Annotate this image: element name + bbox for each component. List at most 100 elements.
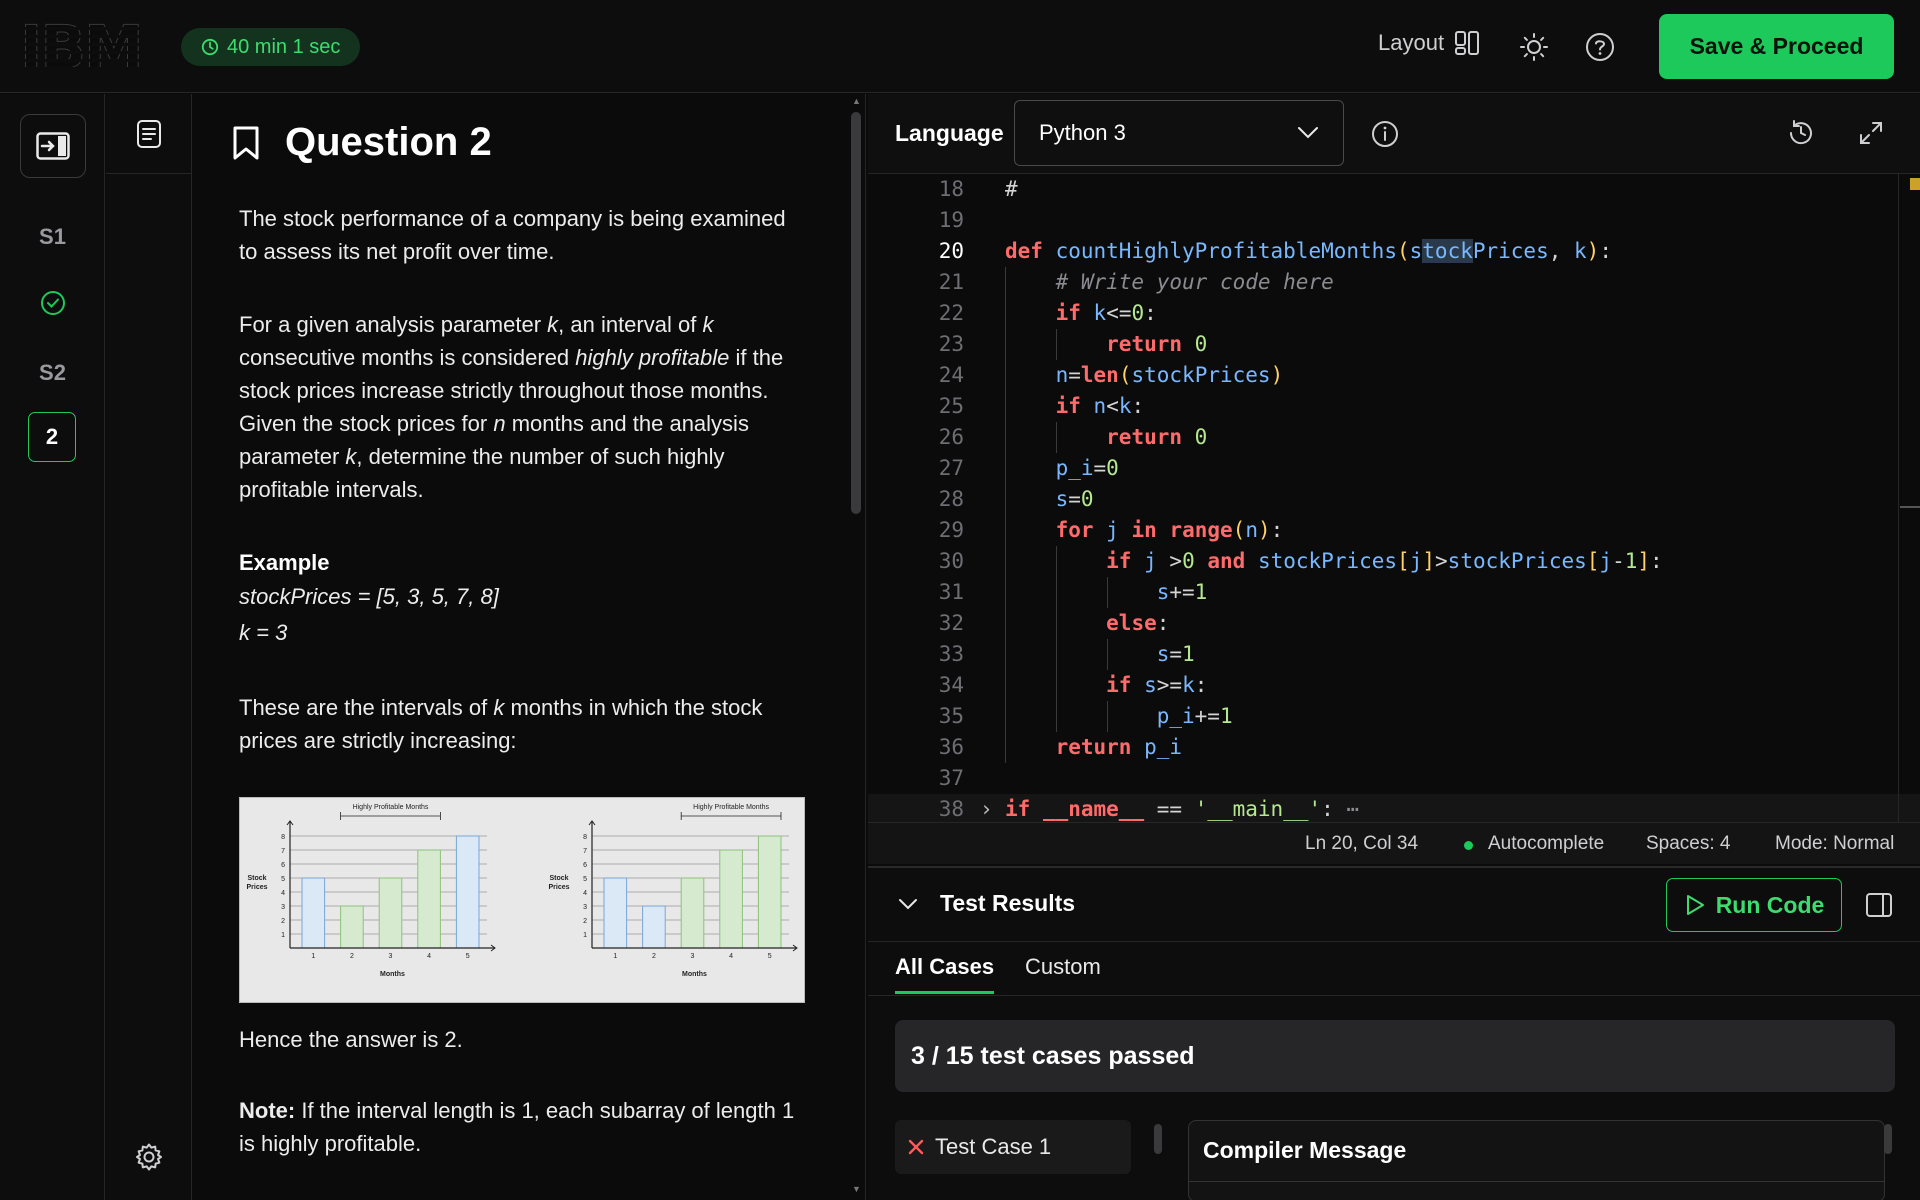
fold-chevron-icon[interactable]: › <box>980 794 993 822</box>
mode-setting[interactable]: Mode: Normal <box>1775 833 1894 855</box>
code-line: 29 for j in range(n): <box>938 518 1284 542</box>
collapse-panel-button[interactable] <box>20 114 86 178</box>
compiler-message-title: Compiler Message <box>1203 1137 1407 1163</box>
code-editor[interactable]: 18 # 19 20 def countHighlyProfitableMonths… <box>868 174 1920 822</box>
x-tick-label: 4 <box>427 953 431 960</box>
rail-item-s1[interactable]: S1 <box>0 224 105 250</box>
code-line: 32 else: <box>938 611 1170 635</box>
help-icon <box>1586 33 1614 61</box>
theme-toggle-button[interactable] <box>1518 31 1550 63</box>
code-line: 22 if k<=0: <box>938 301 1157 325</box>
pass-summary: 3 / 15 test cases passed <box>895 1020 1895 1092</box>
scroll-up-arrow[interactable]: ▲ <box>852 96 861 106</box>
example-heading: Example <box>239 550 330 575</box>
y-tick-label: 7 <box>583 848 587 855</box>
scroll-down-arrow[interactable]: ▼ <box>852 1184 861 1194</box>
code-line: 21 # Write your code here <box>938 270 1334 294</box>
test-list-scrollbar[interactable] <box>1154 1124 1162 1154</box>
tab-custom[interactable]: Custom <box>1025 954 1101 980</box>
chevron-down-icon <box>1298 127 1318 139</box>
intro-paragraph: The stock performance of a company is be… <box>239 206 786 264</box>
x-tick-label: 2 <box>350 953 354 960</box>
bar <box>455 835 480 949</box>
example-block: Example stockPrices = [5, 3, 5, 7, 8] k … <box>239 546 809 651</box>
info-icon <box>1372 121 1398 147</box>
code-line: 25 if n<k: <box>938 394 1145 418</box>
x-tick-label: 3 <box>389 953 393 960</box>
check-circle-icon <box>40 291 65 315</box>
y-axis-label: Prices <box>246 884 267 891</box>
panel-title: Highly Profitable Months <box>693 804 769 811</box>
indent-guide <box>1005 267 1006 763</box>
bar <box>603 877 628 949</box>
autocomplete-toggle[interactable]: Autocomplete <box>1488 833 1604 855</box>
code-line: 24 n=len(stockPrices) <box>938 363 1284 387</box>
editor-pane: Language Python 3 18 # 19 20 def countHigh… <box>868 94 1920 864</box>
autocomplete-status-dot <box>1464 841 1473 850</box>
language-info-button[interactable] <box>1371 120 1399 153</box>
question-header: Question 2 <box>231 120 492 165</box>
save-proceed-button[interactable]: Save & Proceed <box>1659 14 1894 79</box>
y-tick-label: 3 <box>583 904 587 911</box>
code-line: 35 p_i+=1 <box>938 704 1233 728</box>
document-icon <box>137 119 161 148</box>
code-line: 36 return p_i <box>938 735 1183 759</box>
overview-marker <box>1910 178 1920 190</box>
compiler-divider <box>1189 1181 1884 1182</box>
overview-cursor <box>1900 506 1920 508</box>
example-figure: 1 2 3 4 5 6 7 8 1 2 3 4 5 Highly Profitable Months Sto… <box>239 797 805 1003</box>
code-line: 38 › if __name__ == '__main__': ⋯ <box>868 794 1920 822</box>
rail-item-question-2[interactable]: 2 <box>28 412 76 462</box>
expand-icon <box>1860 122 1882 144</box>
code-line: 30 if j >0 and stockPrices[j]>stockPrice… <box>938 549 1663 573</box>
definition-paragraph: For a given analysis parameter k, an int… <box>239 312 784 502</box>
test-case-item[interactable]: Test Case 1 <box>895 1120 1131 1174</box>
indent-guide <box>1107 639 1108 670</box>
language-select[interactable]: Python 3 <box>1014 100 1344 166</box>
code-line: 27 p_i=0 <box>938 456 1119 480</box>
example-figure-svg: 1 2 3 4 5 6 7 8 1 2 3 4 5 Highly Profitable Months Sto… <box>246 804 798 978</box>
cursor-position: Ln 20, Col 34 <box>1305 833 1419 854</box>
close-icon <box>908 1139 924 1155</box>
code-line: 33 s=1 <box>938 642 1195 666</box>
test-results-pane: Test Results Run Code All Cases Custom 3… <box>868 866 1920 1200</box>
rail-item-completed[interactable] <box>0 290 105 316</box>
layout-button[interactable]: Layout <box>1378 30 1480 56</box>
rail-item-s2[interactable]: S2 <box>0 360 105 386</box>
problem-tab[interactable] <box>106 94 192 174</box>
clock-icon <box>201 38 219 56</box>
bookmark-icon[interactable] <box>231 125 261 161</box>
compiler-scrollbar[interactable] <box>1884 1124 1892 1154</box>
x-tick-label: 5 <box>466 953 470 960</box>
history-button[interactable] <box>1786 118 1816 153</box>
fullscreen-button[interactable] <box>1858 120 1884 151</box>
language-value: Python 3 <box>1039 120 1126 145</box>
example-line-k: k = 3 <box>239 620 288 645</box>
sidebar-panel-icon <box>1866 893 1892 917</box>
run-code-button[interactable]: Run Code <box>1666 878 1842 932</box>
tab-all-cases[interactable]: All Cases <box>895 954 995 994</box>
panel-toggle-icon <box>36 132 70 160</box>
split-view-button[interactable] <box>1865 892 1893 923</box>
question-pane: Question 2 The stock performance of a co… <box>193 94 866 1200</box>
bar <box>757 835 782 949</box>
y-tick-label: 5 <box>281 876 285 883</box>
code-line: 26 return 0 <box>938 425 1208 449</box>
spaces-setting[interactable]: Spaces: 4 <box>1646 833 1731 855</box>
bar <box>680 877 705 949</box>
bar <box>340 905 364 949</box>
code-line: 37 <box>938 766 964 790</box>
ibm-logo: IBM <box>20 13 145 83</box>
note-paragraph: Note: If the interval length is 1, each … <box>239 1098 795 1156</box>
question-scrollbar[interactable] <box>851 112 861 514</box>
y-tick-label: 2 <box>583 918 587 925</box>
play-icon <box>1686 895 1704 915</box>
help-button[interactable] <box>1584 31 1616 63</box>
example-line-prices: stockPrices = [5, 3, 5, 7, 8] <box>239 584 499 609</box>
app-root: IBM 40 min 1 sec Layout Save & Proceed S… <box>0 0 1920 1200</box>
settings-button[interactable] <box>134 1142 164 1177</box>
top-bar: IBM 40 min 1 sec Layout Save & Proceed <box>0 0 1920 93</box>
answer-paragraph: Hence the answer is 2. <box>239 1027 463 1052</box>
chevron-down-icon[interactable] <box>898 898 918 912</box>
code-line: 34 if s>=k: <box>938 673 1208 697</box>
